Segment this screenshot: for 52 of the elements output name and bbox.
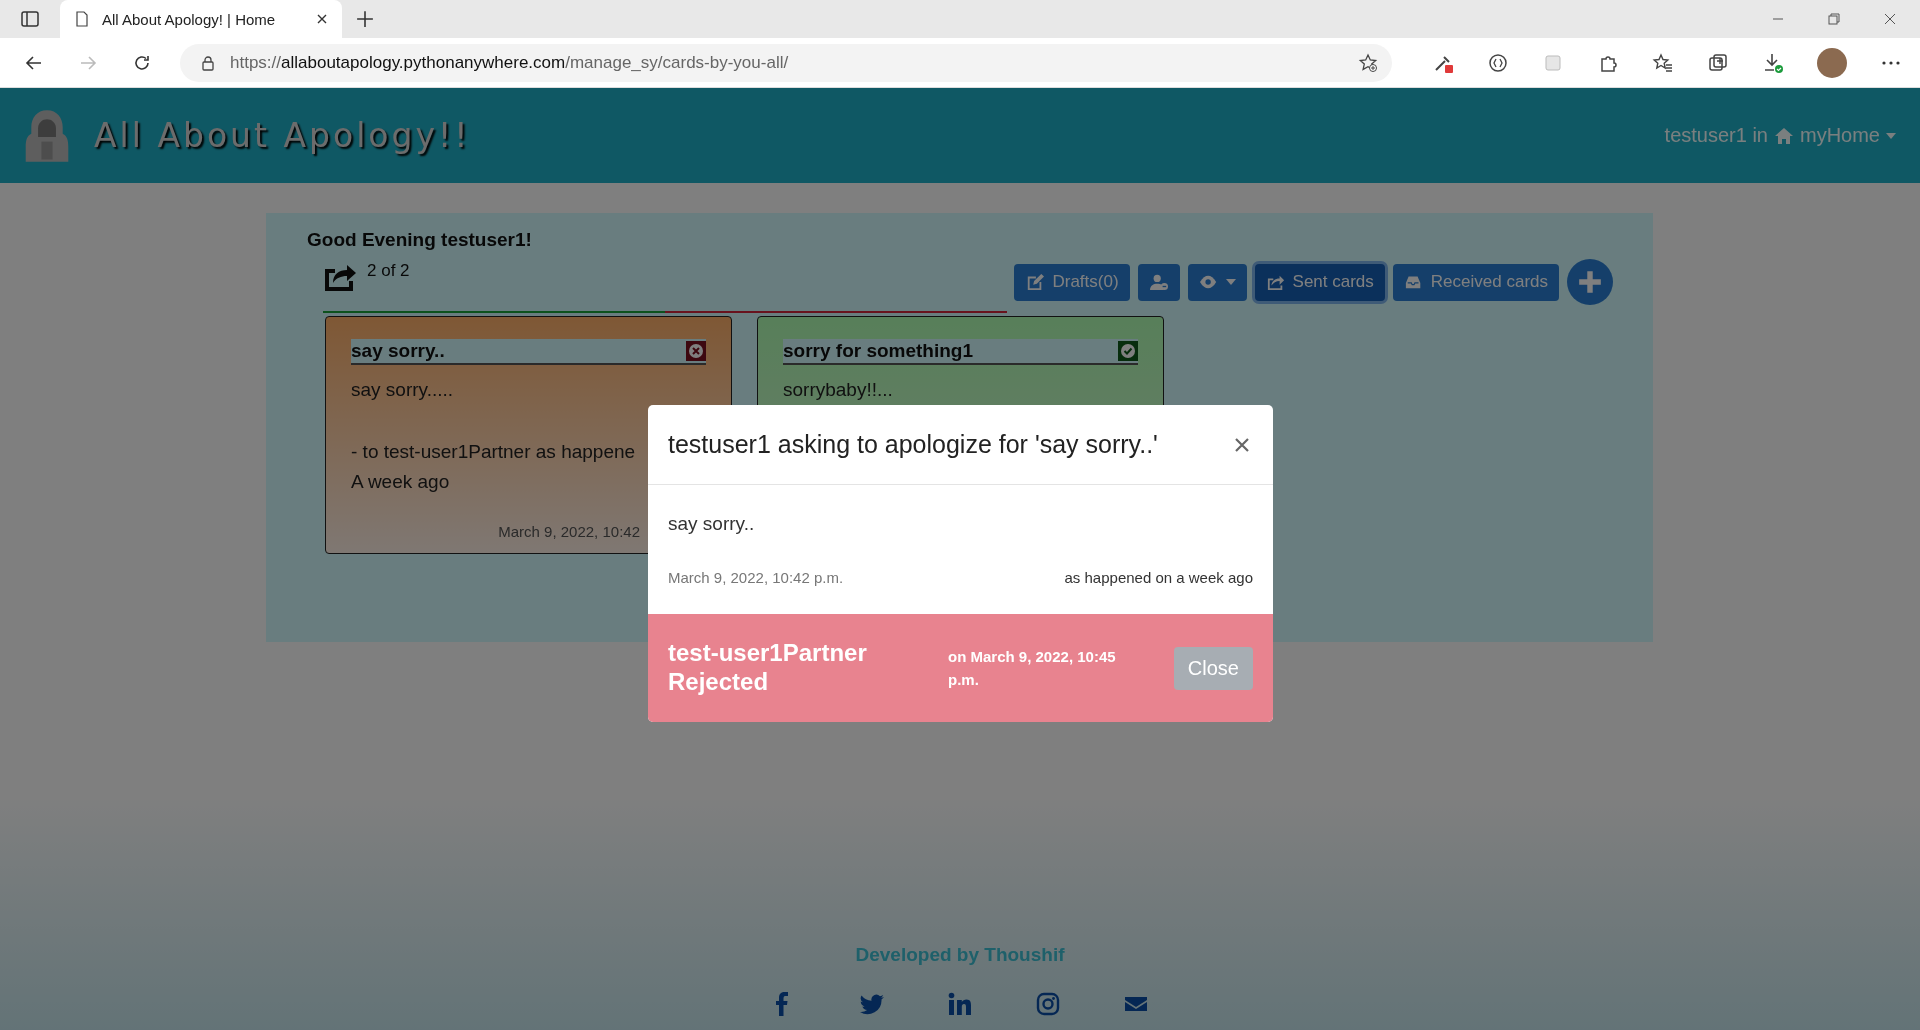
user-menu[interactable]: testuser1 in myHome [1664,124,1896,147]
lock-icon [200,54,216,71]
check-circle-icon [1118,341,1138,361]
favorites-icon[interactable] [1652,51,1674,74]
drafts-button[interactable]: Drafts(0) [1014,263,1130,301]
received-button[interactable]: Received cards [1392,263,1559,301]
view-dropdown[interactable] [1187,263,1247,301]
twitter-icon[interactable] [860,992,884,1016]
credit-text: Developed by Thoushif [855,944,1065,966]
happened-text: as happened on a week ago [1064,569,1253,586]
greeting-text: Good Evening testuser1! [307,229,533,251]
avatar[interactable] [1817,47,1847,78]
add-button[interactable] [1567,259,1613,305]
url-text: https://allaboutapology.pythonanywhere.com/manage_sy/cards-by-you-all/ [230,52,790,73]
close-icon[interactable] [1235,437,1249,452]
edit-icon [1025,273,1046,291]
new-tab-icon[interactable] [356,10,374,28]
response-status: test-user1Partner Rejected [668,639,868,697]
sidebar-icon[interactable] [20,9,40,29]
brackets-icon[interactable] [1487,51,1509,74]
card-message: sorrybaby!!... [783,379,894,401]
instagram-icon[interactable] [1036,992,1060,1016]
collections-icon[interactable] [1707,51,1729,74]
app-title: All About Apology!! [94,116,471,155]
x-circle-icon [686,341,706,361]
address-field[interactable]: https://allaboutapology.pythonanywhere.com/manage_sy/cards-by-you-all/ [180,43,1392,82]
card-time: A week ago [351,471,451,493]
response-date: on March 9, 2022, 10:45 p.m. [948,646,1117,690]
user-plus-icon [1148,273,1169,291]
modal-date: March 9, 2022, 10:42 p.m. [668,569,844,586]
caret-icon [1225,279,1236,285]
page-counter: 2 of 2 [367,261,410,281]
tab-title: All About Apology! | Home [102,10,277,28]
card-title: say sorry.. [351,340,446,362]
eye-icon [1198,273,1219,291]
close-button[interactable]: Close [1173,646,1253,690]
download-icon[interactable] [1762,51,1784,74]
caret-icon [1886,132,1896,139]
close-icon[interactable] [1884,13,1896,25]
close-icon[interactable] [316,13,328,25]
add-partner-button[interactable] [1137,263,1180,301]
restore-icon[interactable] [1828,13,1840,25]
plus-icon [1577,269,1603,295]
card-title: sorry for something1 [783,340,975,362]
page-icon [74,11,90,27]
card-date: March 9, 2022, 10:42 [497,523,640,540]
card-message: say sorry..... [351,379,455,401]
linkedin-icon[interactable] [948,992,972,1016]
sent-button[interactable]: Sent cards [1254,263,1385,301]
home-icon [1774,126,1794,145]
browser-tab[interactable]: All About Apology! | Home [60,0,342,38]
favorite-add-icon[interactable] [1358,52,1378,73]
